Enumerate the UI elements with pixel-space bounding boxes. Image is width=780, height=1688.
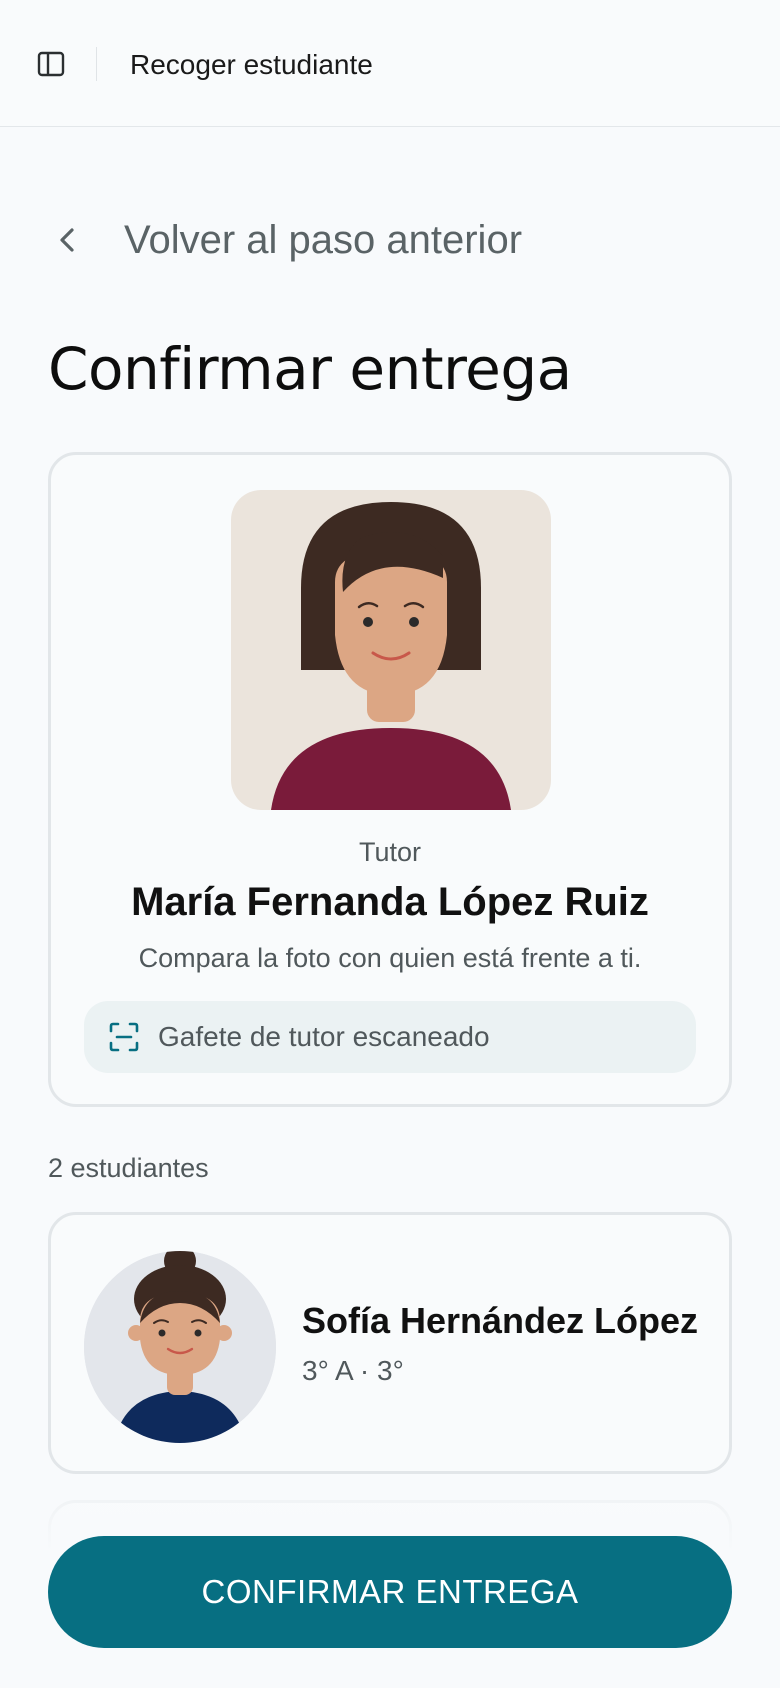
tutor-photo [231, 490, 551, 810]
confirm-delivery-button[interactable]: CONFIRMAR ENTREGA [48, 1536, 732, 1648]
students-count: 2 estudiantes [48, 1153, 209, 1183]
divider [96, 47, 97, 81]
student-grade: 3° A · 3° [302, 1355, 404, 1386]
student-avatar [84, 1251, 276, 1443]
chevron-left-icon [60, 228, 74, 252]
page-title: Confirmar entrega [48, 335, 572, 403]
scanned-badge-label: Gafete de tutor escaneado [158, 1021, 490, 1052]
student-card[interactable]: Sofía Hernández López 3° A · 3° [48, 1212, 732, 1474]
tutor-name: María Fernanda López Ruiz [131, 880, 649, 924]
top-bar: Recoger estudiante [0, 0, 780, 127]
tutor-role-label: Tutor [358, 837, 421, 867]
tutor-compare-hint: Compara la foto con quien está frente a … [138, 943, 642, 973]
back-link[interactable]: Volver al paso anterior [52, 210, 522, 270]
sidebar-panel-icon[interactable] [36, 49, 66, 79]
tutor-card: Tutor María Fernanda López Ruiz Compara … [48, 452, 732, 1107]
back-link-label: Volver al paso anterior [124, 217, 523, 262]
pickup-confirmation-screen: Recoger estudiante Volver al paso anteri… [0, 0, 780, 1688]
scanned-badge-status: Gafete de tutor escaneado [84, 1001, 696, 1073]
page-header-title: Recoger estudiante [130, 49, 373, 80]
confirm-delivery-label: CONFIRMAR ENTREGA [201, 1573, 579, 1610]
scan-icon [109, 1022, 139, 1052]
student-name: Sofía Hernández López [302, 1300, 699, 1341]
